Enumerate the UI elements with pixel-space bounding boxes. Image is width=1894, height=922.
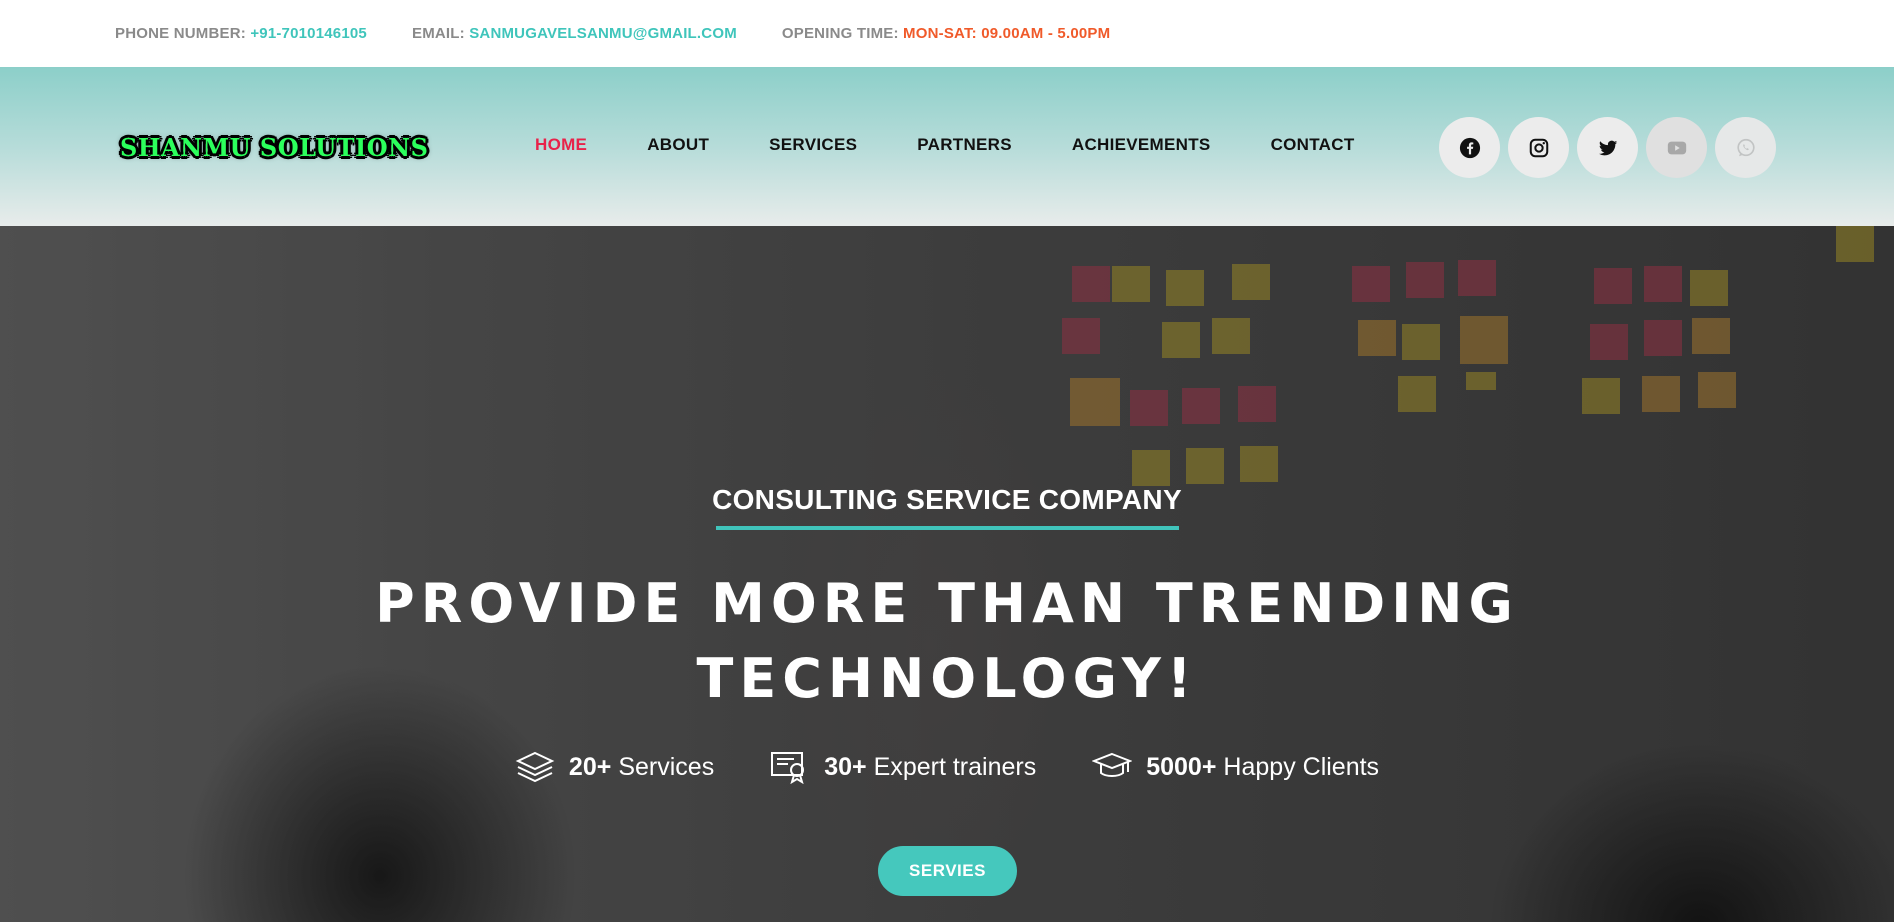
phone-label: PHONE NUMBER: xyxy=(115,25,246,42)
hero-tagline: CONSULTING SERVICE COMPANY xyxy=(712,484,1182,515)
stat-trainers-label: Expert trainers xyxy=(873,752,1037,781)
twitter-icon xyxy=(1598,140,1617,155)
nav-contact[interactable]: CONTACT xyxy=(1271,135,1355,155)
social-links xyxy=(1439,117,1784,178)
nav-achievements[interactable]: ACHIEVEMENTS xyxy=(1072,135,1211,155)
stat-clients-number: 5000+ xyxy=(1146,752,1217,781)
certificate-icon xyxy=(771,752,805,784)
facebook-button[interactable] xyxy=(1439,117,1500,178)
nav-about[interactable]: ABOUT xyxy=(647,135,709,155)
stat-trainers: 30+ Expert trainers xyxy=(770,750,1036,784)
site-logo[interactable]: SHANMU SOLUTIONS xyxy=(120,133,428,162)
stat-clients: 5000+ Happy Clients xyxy=(1092,750,1379,784)
graduation-cap-icon xyxy=(1092,752,1133,777)
hours-info: OPENING TIME: MON-SAT: 09.00AM - 5.00PM xyxy=(782,25,1110,42)
hours-label: OPENING TIME: xyxy=(781,25,899,42)
hero-stats: 20+ Services 30+ Expert trainers 5000+ H… xyxy=(0,750,1894,784)
headline-line-1: PROVIDE MORE THAN TRENDING xyxy=(375,572,1519,635)
tagline-underline xyxy=(716,526,1179,530)
nav-home[interactable]: HOME xyxy=(535,135,587,155)
phone-value[interactable]: +91-7010146105 xyxy=(250,25,367,42)
phone-info: PHONE NUMBER: +91-7010146105 xyxy=(115,25,367,42)
whatsapp-button[interactable] xyxy=(1715,117,1776,178)
nav-services[interactable]: SERVICES xyxy=(769,135,857,155)
layers-icon xyxy=(515,751,555,783)
youtube-icon xyxy=(1667,141,1686,154)
instagram-button[interactable] xyxy=(1508,117,1569,178)
stat-services-label: Services xyxy=(618,752,715,781)
main-nav: HOME ABOUT SERVICES PARTNERS ACHIEVEMENT… xyxy=(535,135,1415,155)
whatsapp-icon xyxy=(1736,138,1755,156)
email-info: EMAIL: SANMUGAVELSANMU@GMAIL.COM xyxy=(412,25,737,42)
email-label: EMAIL: xyxy=(411,25,465,42)
instagram-icon xyxy=(1529,138,1548,157)
email-value[interactable]: SANMUGAVELSANMU@GMAIL.COM xyxy=(469,25,737,42)
stat-services-number: 20+ xyxy=(568,752,612,781)
hero-section: CONSULTING SERVICE COMPANY PROVIDE MORE … xyxy=(0,226,1894,922)
headline-line-2: TECHNOLOGY! xyxy=(696,647,1198,710)
stat-services: 20+ Services xyxy=(515,750,714,784)
twitter-button[interactable] xyxy=(1577,117,1638,178)
hero-content: CONSULTING SERVICE COMPANY PROVIDE MORE … xyxy=(0,226,1894,922)
hours-value: MON-SAT: 09.00AM - 5.00PM xyxy=(903,25,1111,42)
youtube-button[interactable] xyxy=(1646,117,1707,178)
stat-clients-label: Happy Clients xyxy=(1223,752,1380,781)
facebook-icon xyxy=(1459,137,1480,158)
services-cta-button[interactable]: SERVIES xyxy=(878,846,1017,896)
top-info-bar: PHONE NUMBER: +91-7010146105 EMAIL: SANM… xyxy=(0,0,1894,67)
stat-trainers-number: 30+ xyxy=(824,752,867,781)
hero-headline: PROVIDE MORE THAN TRENDING TECHNOLOGY! xyxy=(250,566,1644,716)
nav-partners[interactable]: PARTNERS xyxy=(917,135,1012,155)
